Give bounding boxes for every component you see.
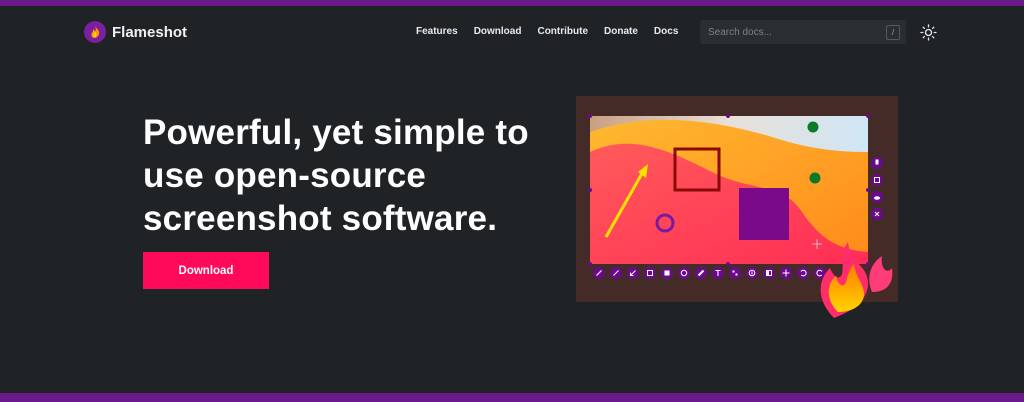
search-shortcut-key: / (886, 25, 900, 40)
filled-rectangle-annotation (739, 188, 789, 240)
close-icon[interactable] (871, 208, 883, 220)
nav-link-download[interactable]: Download (474, 26, 522, 37)
arrow-icon[interactable] (627, 267, 639, 279)
clipboard-icon[interactable] (871, 174, 883, 186)
top-accent-bar (0, 0, 1024, 6)
line-icon[interactable] (610, 267, 622, 279)
marker-icon[interactable] (695, 267, 707, 279)
green-marker-2 (809, 172, 821, 184)
undo-icon[interactable] (797, 267, 809, 279)
text-icon[interactable] (712, 267, 724, 279)
theme-toggle-button[interactable] (920, 24, 937, 41)
hero-title: Powerful, yet simple to use open-source … (143, 113, 529, 238)
search-box: / (700, 20, 906, 44)
nav-link-contribute[interactable]: Contribute (537, 26, 588, 37)
circle-icon[interactable] (678, 267, 690, 279)
bottom-accent-bar (0, 393, 1024, 402)
pixelate-icon[interactable] (729, 267, 741, 279)
flame-logo-icon (84, 21, 106, 43)
nav-link-features[interactable]: Features (416, 26, 458, 37)
invert-icon[interactable] (763, 267, 775, 279)
main-nav: Features Download Contribute Donate Docs (416, 26, 678, 37)
download-button[interactable]: Download (143, 252, 269, 289)
search-input[interactable] (708, 20, 878, 44)
pencil-icon[interactable] (593, 267, 605, 279)
brand-link[interactable]: Flameshot (84, 21, 187, 43)
upload-cloud-icon[interactable] (871, 191, 883, 203)
rectangle-outline-icon[interactable] (644, 267, 656, 279)
green-marker-1 (807, 121, 819, 133)
move-icon[interactable] (780, 267, 792, 279)
pin-icon[interactable] (871, 157, 883, 169)
counter-icon[interactable] (746, 267, 758, 279)
brand-name: Flameshot (112, 23, 188, 41)
sun-icon (920, 24, 937, 41)
nav-link-donate[interactable]: Donate (604, 26, 638, 37)
nav-link-docs[interactable]: Docs (654, 26, 678, 37)
screenshot-illustration (576, 96, 898, 318)
rectangle-filled-icon[interactable] (661, 267, 673, 279)
